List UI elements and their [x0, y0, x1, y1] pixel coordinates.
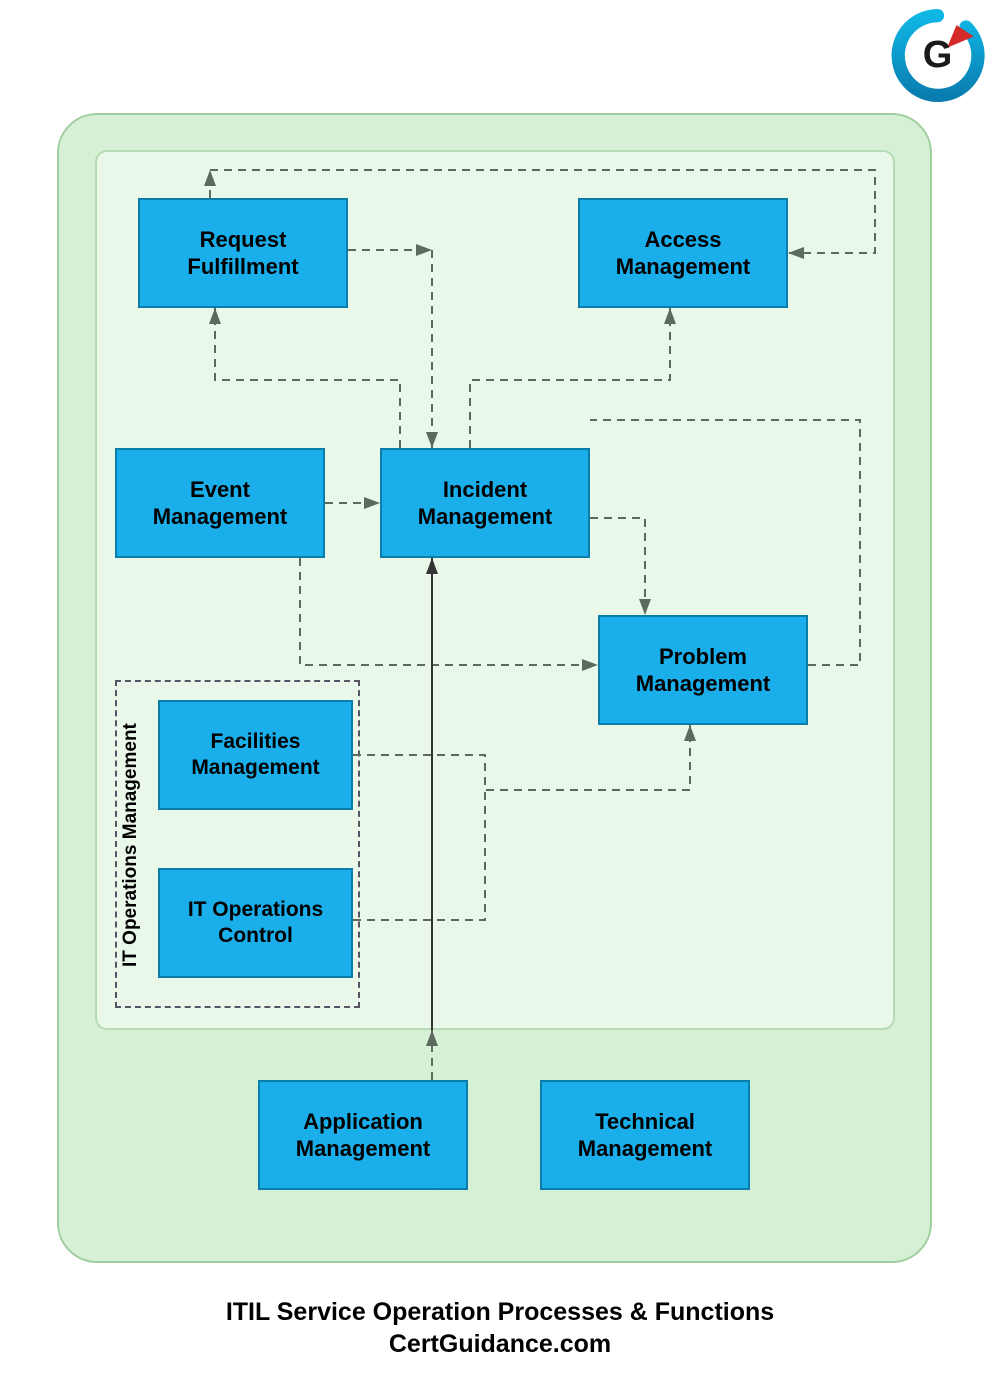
diagram-source: CertGuidance.com: [0, 1330, 1000, 1359]
it-operations-control-box: IT OperationsControl: [158, 868, 353, 978]
problem-management-box: ProblemManagement: [598, 615, 808, 725]
facilities-management-box: FacilitiesManagement: [158, 700, 353, 810]
technical-management-box: TechnicalManagement: [540, 1080, 750, 1190]
request-fulfillment-box: RequestFulfillment: [138, 198, 348, 308]
certguidance-logo-icon: G: [890, 8, 985, 103]
event-management-box: EventManagement: [115, 448, 325, 558]
diagram-title: ITIL Service Operation Processes & Funct…: [0, 1298, 1000, 1327]
svg-text:G: G: [923, 34, 953, 76]
incident-management-box: IncidentManagement: [380, 448, 590, 558]
it-operations-management-label: IT Operations Management: [120, 700, 142, 990]
application-management-box: ApplicationManagement: [258, 1080, 468, 1190]
access-management-box: AccessManagement: [578, 198, 788, 308]
